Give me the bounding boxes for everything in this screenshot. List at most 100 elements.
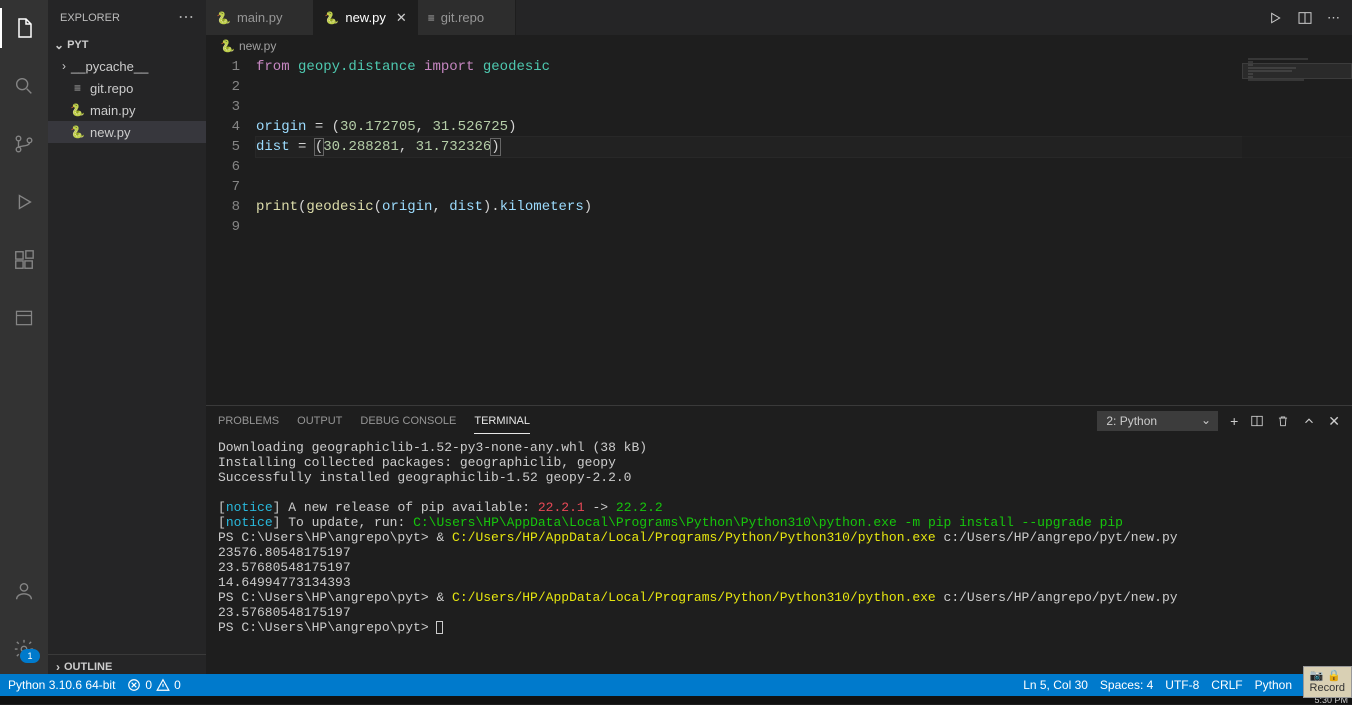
tree-item-label: main.py: [90, 103, 136, 118]
explorer-sidebar: EXPLORER ⋯ ⌄ PYT ›__pycache__≡git.repo🐍m…: [48, 0, 206, 679]
python-file-icon: 🐍: [70, 125, 85, 139]
activity-run[interactable]: [0, 182, 48, 222]
status-position[interactable]: Ln 5, Col 30: [1023, 678, 1088, 692]
tab-bar: 🐍main.py✕🐍new.py✕≡git.repo✕ ⋯: [206, 0, 1352, 35]
breadcrumb-file: new.py: [239, 39, 276, 53]
status-encoding[interactable]: UTF-8: [1165, 678, 1199, 692]
code-line[interactable]: print(geodesic(origin, dist).kilometers): [256, 197, 1352, 217]
code-line[interactable]: dist = (30.288281, 31.732326): [256, 137, 1352, 157]
status-bar: Python 3.10.6 64-bit 0 0 Ln 5, Col 30 Sp…: [0, 674, 1352, 696]
activity-extensions[interactable]: [0, 240, 48, 280]
python-file-icon: 🐍: [324, 11, 339, 25]
sidebar-title: EXPLORER: [60, 12, 120, 24]
run-icon[interactable]: [1267, 10, 1283, 26]
python-file-icon: 🐍: [220, 39, 235, 53]
split-terminal-icon[interactable]: [1250, 414, 1264, 428]
status-problems[interactable]: 0 0: [127, 678, 180, 692]
code-line[interactable]: [256, 177, 1352, 197]
tree-item[interactable]: ≡git.repo: [48, 77, 206, 99]
account-icon: [12, 579, 36, 603]
panel-tab[interactable]: DEBUG CONSOLE: [360, 409, 456, 434]
tree-item[interactable]: 🐍 new.py: [48, 121, 206, 143]
tab-label: new.py: [345, 10, 385, 25]
close-panel-icon[interactable]: ✕: [1328, 413, 1340, 430]
terminal-selector[interactable]: 2: Python: [1097, 411, 1218, 431]
more-icon[interactable]: ⋯: [1327, 10, 1340, 26]
terminal-output[interactable]: Downloading geographiclib-1.52-py3-none-…: [206, 436, 1352, 679]
sidebar-header: EXPLORER ⋯: [48, 0, 206, 35]
layout-icon: [12, 306, 36, 330]
chevron-down-icon: ⌄: [54, 38, 64, 52]
activity-layout[interactable]: [0, 298, 48, 338]
code-content[interactable]: from geopy.distance import geodesic origi…: [256, 57, 1352, 405]
code-line[interactable]: [256, 157, 1352, 177]
terminal-line: 23.57680548175197: [218, 560, 1340, 575]
status-language[interactable]: Python: [1255, 678, 1292, 692]
tree-item-label: new.py: [90, 125, 130, 140]
breadcrumb[interactable]: 🐍 new.py: [206, 35, 1352, 57]
folder-name: PYT: [67, 39, 88, 51]
play-icon: [12, 190, 36, 214]
editor-tab[interactable]: ≡git.repo✕: [418, 0, 516, 35]
code-line[interactable]: [256, 77, 1352, 97]
editor-tab[interactable]: 🐍main.py✕: [206, 0, 314, 35]
bottom-panel: PROBLEMS OUTPUT DEBUG CONSOLE TERMINAL 2: P…: [206, 405, 1352, 679]
folder-root[interactable]: ⌄ PYT: [48, 35, 206, 55]
activity-explorer[interactable]: [0, 8, 48, 48]
editor-tab[interactable]: 🐍 new.py ✕: [314, 0, 417, 35]
panel-tab[interactable]: PROBLEMS: [218, 409, 279, 434]
panel-tab[interactable]: TERMINAL: [474, 409, 530, 434]
tab-label: git.repo: [441, 10, 484, 25]
terminal-line: 14.64994773134393: [218, 575, 1340, 590]
minimap-viewport[interactable]: [1242, 63, 1352, 79]
outline-label: OUTLINE: [64, 661, 112, 673]
panel-tab[interactable]: OUTPUT: [297, 409, 342, 434]
kill-terminal-icon[interactable]: [1276, 414, 1290, 428]
taskbar: 5:30 PM: [0, 696, 1352, 704]
status-spaces[interactable]: Spaces: 4: [1100, 678, 1153, 692]
terminal-selector-label: 2: Python: [1106, 414, 1157, 428]
terminal-line: PS C:\Users\HP\angrepo\pyt> & C:/Users/H…: [218, 530, 1340, 545]
code-editor[interactable]: 123456789 from geopy.distance import geo…: [206, 57, 1352, 405]
code-line[interactable]: origin = (30.172705, 31.526725): [256, 117, 1352, 137]
search-icon: [12, 74, 36, 98]
code-line[interactable]: [256, 217, 1352, 237]
activity-search[interactable]: [0, 66, 48, 106]
terminal-line: [218, 485, 1340, 500]
terminal-line: Installing collected packages: geographi…: [218, 455, 1340, 470]
record-badge[interactable]: 📷🔒 Record: [1303, 666, 1352, 698]
activity-account[interactable]: [0, 571, 48, 611]
activity-source-control[interactable]: [0, 124, 48, 164]
terminal-line: 23576.80548175197: [218, 545, 1340, 560]
tree-item[interactable]: ›__pycache__: [48, 55, 206, 77]
editor-area: 🐍main.py✕🐍new.py✕≡git.repo✕ ⋯ 🐍 new.py 1…: [206, 0, 1352, 679]
terminal-cursor: [436, 621, 443, 634]
files-icon: [13, 16, 37, 40]
status-eol[interactable]: CRLF: [1211, 678, 1242, 692]
extensions-icon: [12, 248, 36, 272]
maximize-panel-icon[interactable]: [1302, 414, 1316, 428]
split-editor-icon[interactable]: [1297, 10, 1313, 26]
code-line[interactable]: from geopy.distance import geodesic: [256, 57, 1352, 77]
close-icon[interactable]: ✕: [396, 10, 407, 26]
sidebar-more-icon[interactable]: ⋯: [178, 14, 194, 22]
code-line[interactable]: [256, 97, 1352, 117]
python-file-icon: 🐍: [216, 11, 231, 25]
terminal-line: 23.57680548175197: [218, 605, 1340, 620]
tree-item-label: __pycache__: [71, 59, 148, 74]
new-terminal-icon[interactable]: +: [1230, 413, 1238, 429]
terminal-line: PS C:\Users\HP\angrepo\pyt>: [218, 620, 1340, 635]
tree-item[interactable]: 🐍main.py: [48, 99, 206, 121]
terminal-line: [notice] A new release of pip available:…: [218, 500, 1340, 515]
terminal-line: PS C:\Users\HP\angrepo\pyt> & C:/Users/H…: [218, 590, 1340, 605]
status-python[interactable]: Python 3.10.6 64-bit: [8, 678, 115, 692]
file-icon: ≡: [428, 11, 435, 25]
chevron-right-icon: ›: [56, 660, 60, 674]
terminal-line: Downloading geographiclib-1.52-py3-none-…: [218, 440, 1340, 455]
activity-settings[interactable]: [0, 629, 48, 669]
tab-label: main.py: [237, 10, 283, 25]
file-icon: ≡: [70, 81, 85, 95]
file-tree: ›__pycache__≡git.repo🐍main.py 🐍 new.py: [48, 55, 206, 654]
gear-icon: [12, 637, 36, 661]
minimap[interactable]: [1242, 57, 1352, 405]
